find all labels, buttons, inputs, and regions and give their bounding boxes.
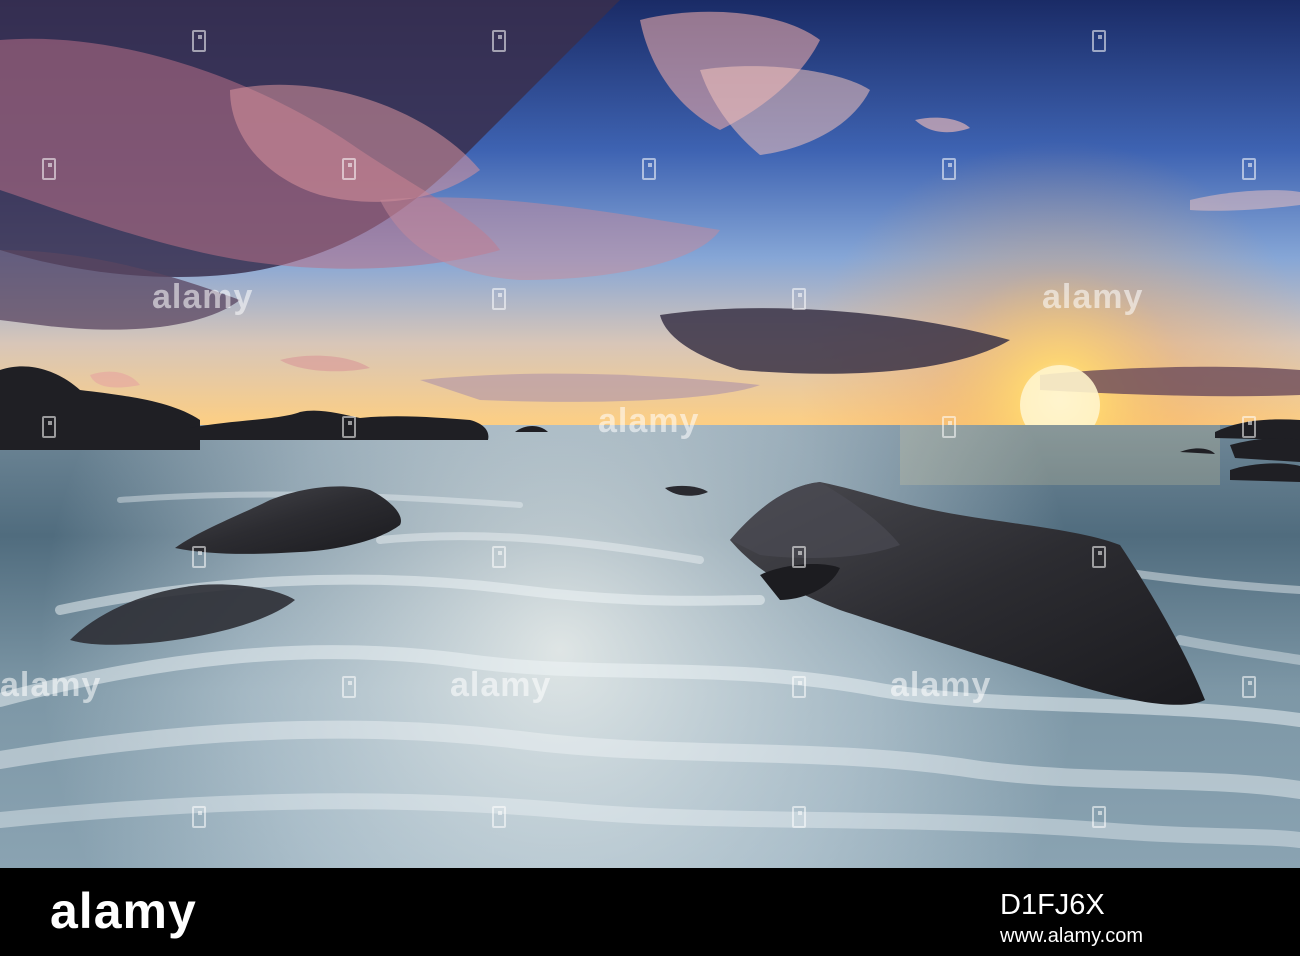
watermark-icon [792, 806, 806, 828]
watermark-icon [192, 546, 206, 568]
watermark-icon [492, 30, 506, 52]
watermark-icon [342, 158, 356, 180]
watermark-icon [342, 676, 356, 698]
watermark-icon [42, 416, 56, 438]
watermark-icon [192, 806, 206, 828]
watermark-text: alamy [450, 666, 552, 704]
watermark-text: alamy [890, 666, 992, 704]
watermark-text: alamy [598, 402, 700, 440]
watermark-icon [792, 546, 806, 568]
watermark-icon [792, 676, 806, 698]
watermark-icon [1092, 806, 1106, 828]
watermark-text: alamy [152, 278, 254, 316]
watermark-icon [42, 158, 56, 180]
watermark-text: alamy [0, 666, 102, 704]
watermark-icon [492, 288, 506, 310]
brand-logo: alamy [50, 883, 197, 939]
watermark-icon [492, 806, 506, 828]
watermark-icon [342, 416, 356, 438]
watermark-icon [942, 158, 956, 180]
watermark-icon [1242, 676, 1256, 698]
watermark-icon [1092, 546, 1106, 568]
watermark-icon [192, 30, 206, 52]
watermark-icon [792, 288, 806, 310]
image-id: D1FJ6X [1000, 889, 1105, 921]
watermark-icon [1092, 30, 1106, 52]
watermark-icon [492, 546, 506, 568]
site-url: www.alamy.com [1000, 925, 1143, 947]
photo-frame: alamy alamy alamy alamy alamy alamy alam… [0, 0, 1300, 956]
watermark-text: alamy [1042, 278, 1144, 316]
watermark-icon [942, 416, 956, 438]
watermark-icon [642, 158, 656, 180]
watermark-icon [1242, 158, 1256, 180]
watermark-icon [1242, 416, 1256, 438]
